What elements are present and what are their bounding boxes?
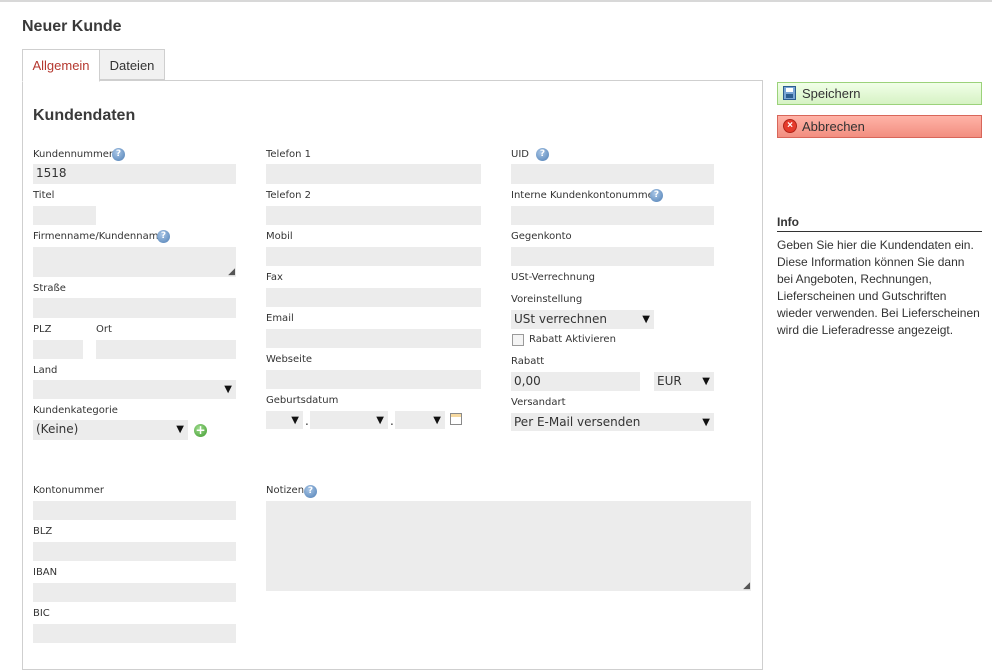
help-icon[interactable]: ?	[157, 230, 170, 243]
info-divider	[777, 231, 982, 232]
help-icon[interactable]: ?	[112, 148, 125, 161]
email-label: Email	[266, 313, 294, 324]
telefon1-field[interactable]	[266, 164, 481, 184]
notizen-label: Notizen	[266, 485, 305, 496]
blz-label: BLZ	[33, 526, 53, 537]
kundennummer-label: Kundennummer	[33, 149, 113, 160]
geburtsdatum-day-select[interactable]: ▼	[266, 411, 303, 429]
versandart-label: Versandart	[511, 397, 566, 408]
chevron-down-icon: ▼	[642, 314, 650, 325]
titel-field[interactable]	[33, 206, 96, 225]
webseite-label: Webseite	[266, 354, 313, 365]
uid-field[interactable]	[511, 164, 714, 184]
iban-label: IBAN	[33, 567, 58, 578]
titel-label: Titel	[33, 190, 55, 201]
tab-allgemein[interactable]: Allgemein	[22, 49, 100, 82]
ust-verrechnung-label: USt-Verrechnung	[511, 272, 596, 283]
date-separator: .	[305, 414, 309, 428]
mobil-label: Mobil	[266, 231, 293, 242]
rabatt-field[interactable]: 0,00	[511, 372, 640, 391]
mobil-field[interactable]	[266, 247, 481, 266]
save-icon	[783, 86, 796, 100]
gegenkonto-label: Gegenkonto	[511, 231, 572, 242]
add-icon[interactable]: +	[194, 424, 207, 437]
kontonummer-field[interactable]	[33, 501, 236, 520]
resize-grip-icon[interactable]: ◢	[743, 582, 750, 591]
bic-field[interactable]	[33, 624, 236, 643]
gegenkonto-field[interactable]	[511, 247, 714, 266]
cancel-button-label: Abbrechen	[802, 119, 865, 134]
webseite-field[interactable]	[266, 370, 481, 389]
telefon2-field[interactable]	[266, 206, 481, 225]
geburtsdatum-year-select[interactable]: ▼	[395, 411, 445, 429]
section-title: Kundendaten	[33, 107, 136, 124]
rabatt-aktivieren-label: Rabatt Aktivieren	[529, 334, 616, 345]
chevron-down-icon: ▼	[702, 376, 710, 387]
notizen-textarea[interactable]: ◢	[266, 501, 751, 591]
chevron-down-icon: ▼	[376, 415, 384, 426]
ort-field[interactable]	[96, 340, 236, 359]
info-text: Geben Sie hier die Kundendaten ein. Dies…	[777, 238, 980, 337]
fax-field[interactable]	[266, 288, 481, 307]
versandart-select[interactable]: Per E-Mail versenden ▼	[511, 413, 714, 431]
info-title: Info	[777, 215, 799, 229]
cancel-button[interactable]: × Abbrechen	[777, 115, 982, 138]
land-label: Land	[33, 365, 58, 376]
date-separator: .	[390, 414, 394, 428]
chevron-down-icon: ▼	[702, 417, 710, 428]
page-title: Neuer Kunde	[22, 18, 122, 35]
kundenkategorie-select[interactable]: (Keine) ▼	[33, 420, 188, 440]
firmenname-label: Firmenname/Kundenname	[33, 231, 165, 242]
help-icon[interactable]: ?	[650, 189, 663, 202]
blz-field[interactable]	[33, 542, 236, 561]
uid-label: UID	[511, 149, 529, 160]
rabatt-aktivieren-checkbox[interactable]	[512, 334, 524, 346]
telefon2-label: Telefon 2	[266, 190, 312, 201]
email-field[interactable]	[266, 329, 481, 348]
bic-label: BIC	[33, 608, 50, 619]
cancel-icon: ×	[783, 119, 797, 133]
help-icon[interactable]: ?	[536, 148, 549, 161]
rabatt-label: Rabatt	[511, 356, 545, 367]
fax-label: Fax	[266, 272, 283, 283]
top-divider	[0, 0, 992, 2]
interne-kontonummer-label: Interne Kundenkontonummer	[511, 190, 658, 201]
strasse-label: Straße	[33, 283, 66, 294]
tab-dateien[interactable]: Dateien	[99, 49, 165, 80]
kundenkategorie-label: Kundenkategorie	[33, 405, 118, 416]
geburtsdatum-month-select[interactable]: ▼	[310, 411, 388, 429]
voreinstellung-select[interactable]: USt verrechnen ▼	[511, 310, 654, 329]
plz-field[interactable]	[33, 340, 83, 359]
telefon1-label: Telefon 1	[266, 149, 312, 160]
chevron-down-icon: ▼	[176, 424, 184, 435]
ort-label: Ort	[96, 324, 112, 335]
kundennummer-field[interactable]: 1518	[33, 164, 236, 184]
calendar-icon[interactable]	[450, 413, 462, 425]
land-select[interactable]: ▼	[33, 380, 236, 399]
geburtsdatum-label: Geburtsdatum	[266, 395, 339, 406]
chevron-down-icon: ▼	[291, 415, 299, 426]
chevron-down-icon: ▼	[433, 415, 441, 426]
save-button-label: Speichern	[802, 86, 861, 101]
chevron-down-icon: ▼	[224, 384, 232, 395]
save-button[interactable]: Speichern	[777, 82, 982, 105]
iban-field[interactable]	[33, 583, 236, 602]
firmenname-textarea[interactable]: ◢	[33, 247, 236, 277]
kontonummer-label: Kontonummer	[33, 485, 104, 496]
interne-kontonummer-field[interactable]	[511, 206, 714, 225]
currency-select[interactable]: EUR ▼	[654, 372, 714, 391]
voreinstellung-label: Voreinstellung	[511, 294, 583, 305]
plz-label: PLZ	[33, 324, 52, 335]
help-icon[interactable]: ?	[304, 485, 317, 498]
strasse-field[interactable]	[33, 298, 236, 318]
resize-grip-icon[interactable]: ◢	[228, 268, 235, 277]
